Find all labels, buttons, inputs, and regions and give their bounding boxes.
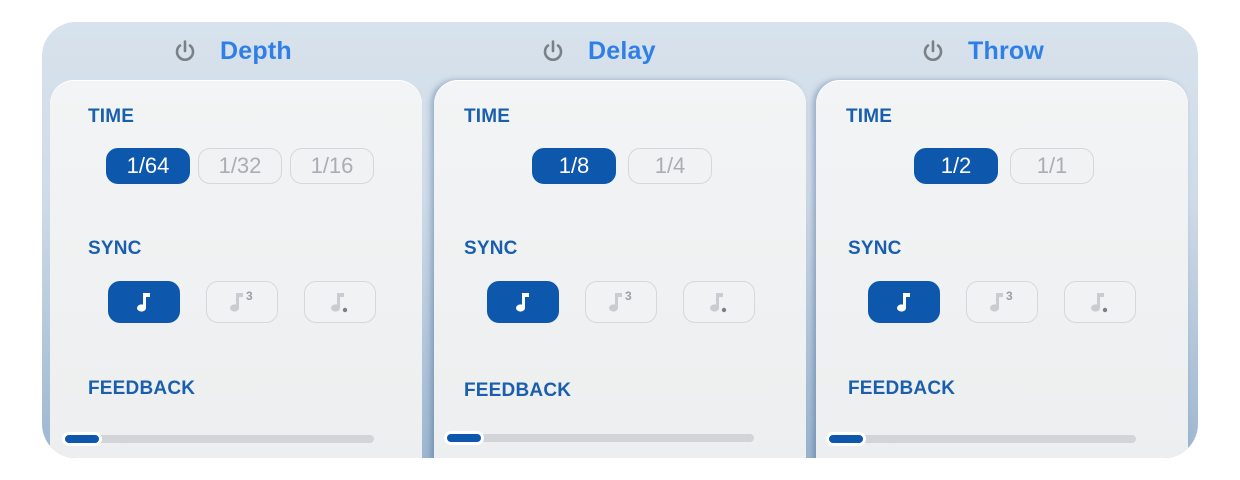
panel-throw: TIME 1/2 1/1 SYNC 3 FEEDBACK xyxy=(816,80,1188,458)
power-icon[interactable] xyxy=(540,38,566,64)
sync-triplet-button[interactable]: 3 xyxy=(206,281,278,323)
panel-title: Throw xyxy=(968,36,1044,65)
panel-header-throw: Throw xyxy=(920,22,1044,80)
sync-straight-button[interactable] xyxy=(487,281,559,323)
triplet-mark: 3 xyxy=(625,290,632,303)
sync-dotted-button[interactable] xyxy=(304,281,376,323)
sync-straight-button[interactable] xyxy=(108,281,180,323)
time-label: TIME xyxy=(846,106,893,127)
time-option-1-4[interactable]: 1/4 xyxy=(628,148,712,184)
panel-title: Delay xyxy=(588,36,656,65)
panel-header-delay: Delay xyxy=(540,22,656,80)
sync-triplet-button[interactable]: 3 xyxy=(966,281,1038,323)
time-label: TIME xyxy=(464,106,511,127)
feedback-label: FEEDBACK xyxy=(464,380,572,401)
sync-options: 3 xyxy=(487,281,755,323)
feedback-label: FEEDBACK xyxy=(848,378,956,399)
feedback-slider-fill[interactable] xyxy=(62,432,102,446)
feedback-label: FEEDBACK xyxy=(88,378,196,399)
note-icon xyxy=(897,293,910,312)
sync-triplet-button[interactable]: 3 xyxy=(585,281,657,323)
sync-dotted-button[interactable] xyxy=(683,281,755,323)
time-options: 1/64 1/32 1/16 xyxy=(106,148,374,184)
panel-header-depth: Depth xyxy=(172,22,292,80)
sync-options: 3 xyxy=(108,281,376,323)
feedback-slider-track[interactable] xyxy=(450,434,754,442)
feedback-slider-fill[interactable] xyxy=(444,431,484,445)
dotted-note-icon xyxy=(710,293,727,313)
time-options: 1/2 1/1 xyxy=(914,148,1094,184)
panel-delay: TIME 1/8 1/4 SYNC 3 FEEDBACK xyxy=(434,80,806,458)
time-option-1-64[interactable]: 1/64 xyxy=(106,148,190,184)
time-option-1-8[interactable]: 1/8 xyxy=(532,148,616,184)
sync-options: 3 xyxy=(868,281,1136,323)
note-icon xyxy=(516,293,529,312)
sync-label: SYNC xyxy=(848,238,902,259)
triplet-note-icon: 3 xyxy=(990,290,1013,312)
time-options: 1/8 1/4 xyxy=(532,148,712,184)
time-option-1-32[interactable]: 1/32 xyxy=(198,148,282,184)
time-label: TIME xyxy=(88,106,135,127)
triplet-note-icon: 3 xyxy=(609,290,632,312)
triplet-note-icon: 3 xyxy=(230,290,253,312)
feedback-slider-fill[interactable] xyxy=(826,432,866,446)
feedback-slider-track[interactable] xyxy=(68,435,374,443)
time-option-1-2[interactable]: 1/2 xyxy=(914,148,998,184)
triplet-mark: 3 xyxy=(246,290,253,303)
panel-title: Depth xyxy=(220,36,292,65)
time-option-1-16[interactable]: 1/16 xyxy=(290,148,374,184)
sync-straight-button[interactable] xyxy=(868,281,940,323)
effects-frame: Depth Delay Throw TIME 1/64 1/32 1/16 SY… xyxy=(42,22,1198,458)
power-icon[interactable] xyxy=(920,38,946,64)
time-option-1-1[interactable]: 1/1 xyxy=(1010,148,1094,184)
dotted-note-icon xyxy=(331,293,348,313)
feedback-slider-track[interactable] xyxy=(832,435,1136,443)
panel-depth: TIME 1/64 1/32 1/16 SYNC 3 FEEDBACK xyxy=(50,80,422,458)
dotted-note-icon xyxy=(1091,293,1108,313)
sync-dotted-button[interactable] xyxy=(1064,281,1136,323)
triplet-mark: 3 xyxy=(1006,290,1013,303)
note-icon xyxy=(137,293,150,312)
sync-label: SYNC xyxy=(88,238,142,259)
power-icon[interactable] xyxy=(172,38,198,64)
sync-label: SYNC xyxy=(464,238,518,259)
